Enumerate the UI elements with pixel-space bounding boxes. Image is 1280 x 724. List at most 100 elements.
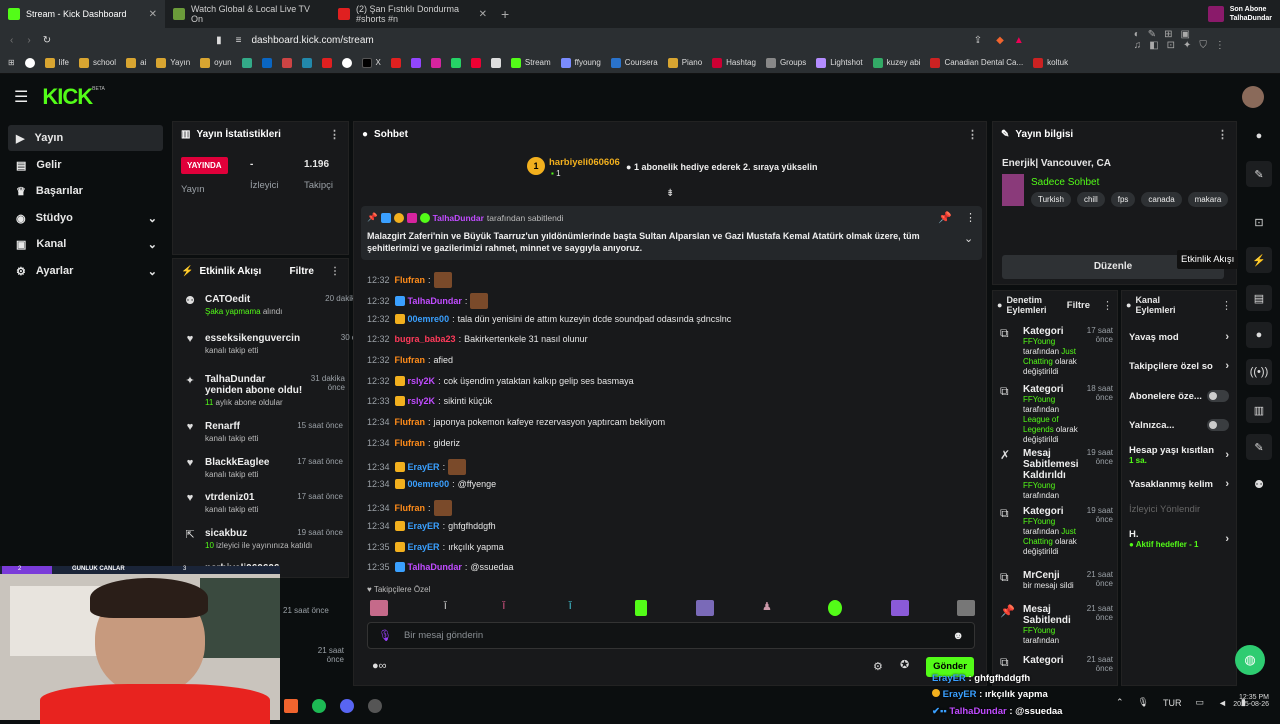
emote[interactable] <box>890 600 909 616</box>
site-info-icon[interactable]: ≡ <box>236 35 242 46</box>
toggle-switch[interactable] <box>1207 419 1229 431</box>
bookmark-school[interactable]: school <box>78 57 116 68</box>
more-icon[interactable]: ⋮ <box>329 128 340 141</box>
forward-icon[interactable]: › <box>27 35 30 46</box>
channel-action-item[interactable]: H. ● Aktif hedefler - 1 › <box>1129 529 1229 549</box>
brave-rewards-icon[interactable]: ▲ <box>1014 35 1024 46</box>
instagram-icon[interactable] <box>430 57 441 68</box>
nav-ayarlar[interactable]: ⚙ Ayarlar ⌄ <box>8 258 163 284</box>
emote[interactable] <box>956 600 975 616</box>
emote[interactable] <box>470 293 489 309</box>
tag[interactable]: makara <box>1187 192 1229 207</box>
chat-bubble-icon[interactable]: ● <box>1246 322 1272 348</box>
emote[interactable]: ǐ <box>569 600 587 616</box>
message-user[interactable]: ErayER <box>408 462 440 472</box>
emote[interactable]: ǐ <box>436 600 454 616</box>
message-user[interactable]: Flufran <box>395 275 426 285</box>
bookmark-yayin[interactable]: Yayın <box>156 57 190 68</box>
new-tab-button[interactable]: + <box>501 6 509 22</box>
bookmark-icon-only[interactable] <box>301 57 312 68</box>
message-user[interactable]: Flufran <box>395 355 426 365</box>
chat-input[interactable]: 🎙 Bir mesaj gönderin ☻ <box>367 622 975 649</box>
reload-icon[interactable]: ↻ <box>43 35 51 46</box>
brave-icon[interactable] <box>284 699 298 713</box>
twitch-icon[interactable] <box>410 57 421 68</box>
nav-yayin[interactable]: ▶ Yayın <box>8 125 163 151</box>
activity-filter-button[interactable]: Filtre <box>290 266 314 277</box>
message-user[interactable]: TalhaDundar <box>408 562 462 572</box>
linkedin-icon[interactable] <box>261 57 272 68</box>
wrench-icon[interactable]: ✎ <box>1246 434 1272 460</box>
apps-grid-icon[interactable]: ⊞ <box>8 58 15 67</box>
whatsapp-icon[interactable] <box>450 57 461 68</box>
channel-action-item[interactable]: Abonelere öze... <box>1129 390 1229 402</box>
close-tab-icon[interactable]: ✕ <box>479 9 487 20</box>
url-field[interactable]: dashboard.kick.com/stream <box>251 35 373 46</box>
bookmark-dental[interactable]: Canadian Dental Ca... <box>930 57 1023 68</box>
more-icon[interactable]: ⋮ <box>1102 299 1113 312</box>
nav-basarilar[interactable]: ♛ Başarılar <box>8 178 163 204</box>
info-icon[interactable]: ● <box>1246 123 1272 149</box>
message-user[interactable]: ErayER <box>408 521 440 531</box>
document-icon[interactable]: ▤ <box>1246 285 1272 311</box>
tab-youtube[interactable]: (2) Şan Fıstıklı Dondurma #shorts #n ✕ <box>330 0 495 28</box>
emote[interactable] <box>433 272 452 288</box>
bookmark-kuzey[interactable]: kuzey abi <box>872 57 920 68</box>
pencil-icon[interactable]: ✎ <box>1246 161 1272 187</box>
crop-icon[interactable]: ⊡ <box>1246 209 1272 235</box>
message-user[interactable]: rsly2K <box>408 376 436 386</box>
user-avatar[interactable] <box>1242 86 1264 108</box>
server-icon[interactable]: ▥ <box>1246 397 1272 423</box>
bookmark-icon[interactable]: ▮ <box>216 35 222 46</box>
bookmark-icon-only[interactable] <box>390 57 401 68</box>
channel-action-item[interactable]: Takipçilere özel so › <box>1129 360 1229 372</box>
broadcast-icon[interactable]: ((•)) <box>1246 359 1272 385</box>
more-icon[interactable]: ⋮ <box>967 128 978 141</box>
channel-action-item[interactable]: Yasaklanmış kelim › <box>1129 478 1229 490</box>
users-icon[interactable]: ⚉ <box>1246 471 1272 497</box>
emoji-icon[interactable]: ☻ <box>952 630 964 642</box>
category-name[interactable]: Sadece Sohbet <box>1031 177 1099 188</box>
chevron-down-icon[interactable]: ⌄ <box>964 232 973 245</box>
emote[interactable] <box>635 600 648 616</box>
obs-icon[interactable] <box>368 699 382 713</box>
more-icon[interactable]: ⋮ <box>1221 299 1232 312</box>
nav-gelir[interactable]: ▤ Gelir <box>8 152 163 178</box>
google-icon[interactable] <box>24 57 35 68</box>
emote[interactable]: ♟ <box>762 600 780 616</box>
tab-kick-dashboard[interactable]: Stream - Kick Dashboard ✕ <box>0 0 165 28</box>
bookmark-piano[interactable]: Piano <box>667 57 702 68</box>
bookmark-stream[interactable]: Stream <box>510 57 551 68</box>
channel-action-item[interactable]: İzleyici Yönlendir <box>1129 504 1229 515</box>
bookmark-groups[interactable]: Groups <box>765 57 806 68</box>
bookmark-icon-only[interactable] <box>241 57 252 68</box>
bookmark-hashtag[interactable]: Hashtag <box>712 57 756 68</box>
kick-logo[interactable]: KICK <box>42 84 93 110</box>
mic-icon[interactable]: 🎙 <box>1138 697 1149 708</box>
more-icon[interactable]: ⋮ <box>1217 128 1228 141</box>
tag[interactable]: fps <box>1110 192 1136 207</box>
channel-action-item[interactable]: Yalnızca... <box>1129 419 1229 431</box>
bookmark-ai[interactable]: ai <box>126 57 146 68</box>
share-icon[interactable]: ⇪ <box>974 35 982 46</box>
close-tab-icon[interactable]: ✕ <box>149 9 157 20</box>
connection-icon[interactable]: ●∞ <box>372 660 387 672</box>
bookmark-lightshot[interactable]: Lightshot <box>816 57 863 68</box>
profile-notification[interactable]: Son Abone TalhaDundar <box>1207 5 1280 23</box>
spotify-icon[interactable] <box>312 699 326 713</box>
bookmark-x[interactable]: X <box>361 57 381 68</box>
emote[interactable] <box>433 500 452 516</box>
menu-icon[interactable]: ☰ <box>14 87 28 107</box>
tumblr-icon[interactable] <box>470 57 481 68</box>
bookmark-koltuk[interactable]: koltuk <box>1033 57 1068 68</box>
message-user[interactable]: 00emre00 <box>408 314 450 324</box>
network-icon[interactable]: ▭ <box>1195 697 1204 708</box>
mod-filter-button[interactable]: Filtre <box>1067 300 1090 311</box>
emote[interactable]: ǐ <box>503 600 521 616</box>
emote[interactable] <box>695 600 714 616</box>
bookmark-life[interactable]: life <box>44 57 69 68</box>
more-icon[interactable]: ⋮ <box>330 266 340 277</box>
tag[interactable]: Turkish <box>1031 192 1071 207</box>
bolt-icon[interactable]: ⚡ <box>1246 247 1272 273</box>
gift-icon[interactable]: ✪ <box>900 658 909 671</box>
